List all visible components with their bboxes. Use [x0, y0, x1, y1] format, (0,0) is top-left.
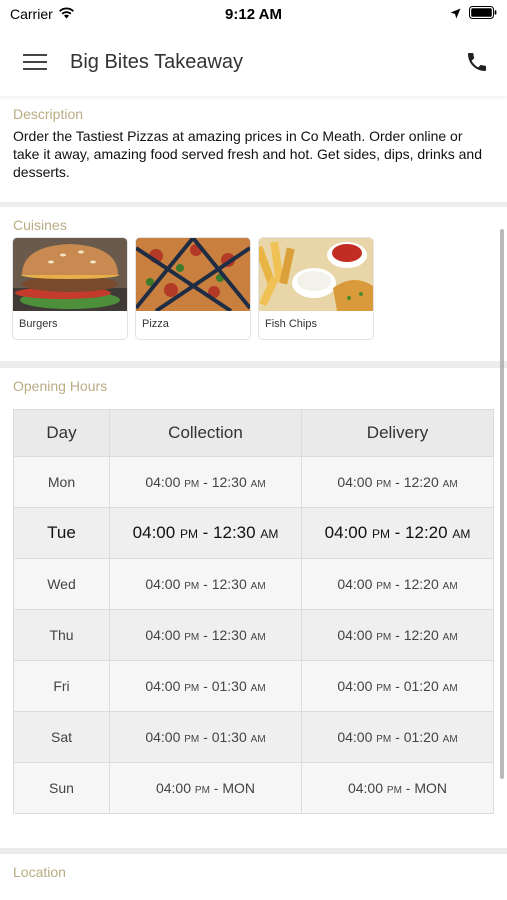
cuisine-list: Burgers Pizza Fish Chips	[13, 238, 494, 339]
app-header: Big Bites Takeaway	[0, 28, 507, 96]
collection-hours-cell: 04:00 PM - 12:30 AM	[109, 456, 302, 508]
description-title: Description	[13, 106, 84, 122]
content-scroll[interactable]: Description Order the Tastiest Pizzas at…	[0, 96, 507, 900]
table-header-collection: Collection	[109, 409, 302, 457]
table-row: Wed 04:00 PM - 12:30 AM 04:00 PM - 12:20…	[13, 558, 494, 610]
delivery-hours-cell: 04:00 PM - 12:20 AM	[301, 507, 494, 559]
day-cell: Thu	[13, 609, 110, 661]
pizza-image	[136, 238, 250, 311]
status-left: Carrier	[10, 6, 75, 22]
opening-hours-table: Day Collection Delivery Mon 04:00 PM - 1…	[13, 409, 494, 814]
delivery-hours-cell: 04:00 PM - 01:20 AM	[301, 711, 494, 763]
cuisine-card-pizza[interactable]: Pizza	[136, 238, 250, 339]
table-row: Mon 04:00 PM - 12:30 AM 04:00 PM - 12:20…	[13, 456, 494, 508]
location-arrow-icon	[450, 6, 461, 22]
day-cell: Tue	[13, 507, 110, 559]
description-text: Order the Tastiest Pizzas at amazing pri…	[13, 128, 482, 180]
table-header-day: Day	[13, 409, 110, 457]
cuisine-label: Pizza	[142, 318, 169, 330]
table-row-today: Tue 04:00 PM - 12:30 AM 04:00 PM - 12:20…	[13, 507, 494, 559]
table-row: Sat 04:00 PM - 01:30 AM 04:00 PM - 01:20…	[13, 711, 494, 763]
phone-icon	[468, 53, 486, 71]
fish-chips-image	[259, 238, 373, 311]
call-button[interactable]	[447, 28, 507, 96]
battery-icon	[469, 6, 497, 22]
delivery-hours-cell: 04:00 PM - MON	[301, 762, 494, 814]
cuisine-label: Burgers	[19, 318, 58, 330]
hamburger-menu-icon	[23, 54, 47, 70]
collection-hours-cell: 04:00 PM - MON	[109, 762, 302, 814]
cuisine-card-burgers[interactable]: Burgers	[13, 238, 127, 339]
status-time: 9:12 AM	[225, 5, 282, 23]
scroll-indicator[interactable]	[500, 229, 504, 779]
delivery-hours-cell: 04:00 PM - 12:20 AM	[301, 456, 494, 508]
delivery-hours-cell: 04:00 PM - 01:20 AM	[301, 660, 494, 712]
table-header-delivery: Delivery	[301, 409, 494, 457]
day-cell: Wed	[13, 558, 110, 610]
wifi-icon	[58, 6, 75, 22]
opening-hours-section: Opening Hours Day Collection Delivery Mo…	[0, 368, 507, 848]
table-row: Sun 04:00 PM - MON 04:00 PM - MON	[13, 762, 494, 814]
location-title: Location	[13, 864, 66, 880]
burger-image	[13, 238, 127, 311]
description-section: Description Order the Tastiest Pizzas at…	[0, 96, 507, 202]
opening-hours-title: Opening Hours	[13, 378, 108, 394]
carrier-label: Carrier	[10, 6, 53, 22]
cuisines-title: Cuisines	[13, 217, 67, 233]
collection-hours-cell: 04:00 PM - 01:30 AM	[109, 660, 302, 712]
status-right	[450, 6, 497, 22]
location-section: Location	[0, 854, 507, 900]
menu-button[interactable]	[0, 28, 70, 96]
collection-hours-cell: 04:00 PM - 12:30 AM	[109, 609, 302, 661]
status-bar: Carrier 9:12 AM	[0, 0, 507, 28]
cuisine-label: Fish Chips	[265, 318, 317, 330]
day-cell: Fri	[13, 660, 110, 712]
day-cell: Sun	[13, 762, 110, 814]
cuisine-card-fish-chips[interactable]: Fish Chips	[259, 238, 373, 339]
table-row: Thu 04:00 PM - 12:30 AM 04:00 PM - 12:20…	[13, 609, 494, 661]
day-cell: Sat	[13, 711, 110, 763]
collection-hours-cell: 04:00 PM - 12:30 AM	[109, 507, 302, 559]
delivery-hours-cell: 04:00 PM - 12:20 AM	[301, 558, 494, 610]
cuisines-section: Cuisines Burgers Pizza Fish Chips	[0, 207, 507, 361]
day-cell: Mon	[13, 456, 110, 508]
collection-hours-cell: 04:00 PM - 12:30 AM	[109, 558, 302, 610]
table-row: Fri 04:00 PM - 01:30 AM 04:00 PM - 01:20…	[13, 660, 494, 712]
delivery-hours-cell: 04:00 PM - 12:20 AM	[301, 609, 494, 661]
table-header-row: Day Collection Delivery	[13, 409, 494, 457]
page-title: Big Bites Takeaway	[70, 50, 244, 73]
collection-hours-cell: 04:00 PM - 01:30 AM	[109, 711, 302, 763]
